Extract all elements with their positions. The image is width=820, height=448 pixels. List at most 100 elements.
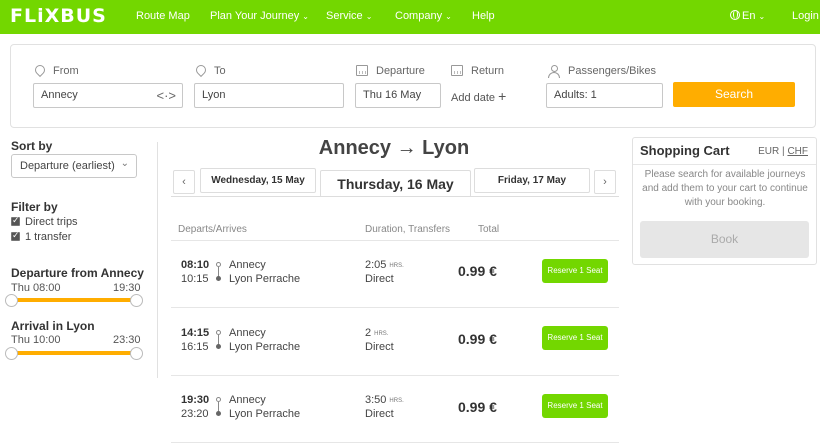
filter-one-transfer[interactable]: 1 transfer bbox=[11, 230, 71, 243]
currency-eur[interactable]: EUR bbox=[758, 146, 779, 157]
language-selector[interactable]: En ⌄ bbox=[730, 10, 765, 22]
duration-value: 2 bbox=[365, 327, 372, 339]
nav-plan-your-journey-label: Plan Your Journey bbox=[210, 10, 300, 22]
departure-date-input[interactable]: Thu 16 May bbox=[355, 83, 441, 108]
nav-route-map[interactable]: Route Map bbox=[136, 10, 190, 22]
currency-chf[interactable]: CHF bbox=[787, 146, 808, 157]
route-line-icon bbox=[216, 330, 221, 350]
trip-price: 0.99 € bbox=[458, 399, 497, 415]
chevron-down-icon: ⌄ bbox=[365, 12, 373, 21]
nav-plan-your-journey[interactable]: Plan Your Journey ⌄ bbox=[210, 10, 309, 22]
trip-price: 0.99 € bbox=[458, 331, 497, 347]
transfers: Direct bbox=[365, 273, 394, 285]
search-button[interactable]: Search bbox=[673, 82, 795, 107]
route-line-icon bbox=[216, 262, 221, 282]
tab-next-day[interactable]: Friday, 17 May bbox=[474, 168, 590, 193]
nav-help[interactable]: Help bbox=[472, 10, 495, 22]
globe-icon bbox=[730, 10, 740, 20]
language-label: En bbox=[742, 10, 756, 22]
filter-heading: Filter by bbox=[11, 200, 58, 214]
arrival-slider-end-handle[interactable] bbox=[130, 347, 143, 360]
reserve-seat-button[interactable]: Reserve 1 Seat bbox=[542, 394, 608, 418]
route-line-icon bbox=[216, 397, 221, 417]
checkbox-checked-icon[interactable] bbox=[11, 230, 20, 241]
chevron-down-icon: ⌄ bbox=[445, 12, 452, 21]
return-label: Return bbox=[471, 65, 505, 77]
flixbus-logo[interactable]: FLiXBUS bbox=[10, 5, 107, 27]
search-panel: From Annecy <·> To Lyon Departure Thu 16… bbox=[10, 44, 816, 128]
checkbox-checked-icon[interactable] bbox=[11, 215, 20, 226]
duration-value: 2:05 bbox=[365, 259, 387, 271]
departure-label: Departure bbox=[376, 65, 425, 77]
transfers: Direct bbox=[365, 341, 394, 353]
sort-select[interactable]: Departure (earliest) ⌄ bbox=[11, 154, 137, 178]
tabs-divider bbox=[171, 196, 619, 197]
filter-direct-trips-label: Direct trips bbox=[25, 216, 78, 228]
nav-company-label: Company bbox=[395, 10, 443, 22]
arrival-range-end: 23:30 bbox=[113, 334, 141, 346]
reserve-seat-button[interactable]: Reserve 1 Seat bbox=[542, 259, 608, 283]
departure-range-start: Thu 08:00 bbox=[11, 282, 61, 294]
arrival-slider-start-handle[interactable] bbox=[5, 347, 18, 360]
return-label-row: Return bbox=[451, 65, 504, 77]
arrival-station: Lyon Perrache bbox=[229, 273, 301, 285]
arrival-time-slider-track[interactable] bbox=[11, 351, 137, 355]
user-icon bbox=[548, 65, 560, 78]
departure-station: Annecy bbox=[229, 259, 266, 271]
add-date-label: Add date bbox=[451, 92, 496, 104]
nav-service[interactable]: Service ⌄ bbox=[326, 10, 372, 22]
chevron-down-icon: ⌄ bbox=[120, 158, 129, 169]
tab-previous-day[interactable]: Wednesday, 15 May bbox=[200, 168, 316, 193]
passengers-input[interactable]: Adults: 1 bbox=[546, 83, 663, 108]
departure-slider-start-handle[interactable] bbox=[5, 294, 18, 307]
departure-range-heading: Departure from Annecy bbox=[11, 266, 144, 280]
chevron-left-icon: ‹ bbox=[182, 176, 186, 188]
cart-divider bbox=[633, 164, 816, 165]
chevron-down-icon: ⌄ bbox=[302, 12, 309, 21]
departure-time: 08:10 bbox=[181, 259, 210, 271]
departure-station: Annecy bbox=[229, 327, 266, 339]
sort-value: Departure (earliest) bbox=[20, 160, 115, 172]
trip-price: 0.99 € bbox=[458, 263, 497, 279]
plus-icon: + bbox=[498, 88, 507, 104]
departure-time: 14:15 bbox=[181, 327, 210, 339]
departure-time-slider-track[interactable] bbox=[11, 298, 137, 302]
swap-direction-icon[interactable]: <·> bbox=[156, 88, 176, 103]
row-separator bbox=[171, 307, 619, 308]
departure-time: 19:30 bbox=[181, 394, 210, 406]
previous-day-arrow[interactable]: ‹ bbox=[173, 170, 195, 194]
chevron-down-icon: ⌄ bbox=[758, 12, 766, 21]
duration-unit: HRS. bbox=[389, 263, 404, 269]
to-input[interactable]: Lyon bbox=[194, 83, 344, 108]
shopping-cart-panel: Shopping Cart EUR | CHF Please search fo… bbox=[632, 137, 817, 265]
filter-direct-trips[interactable]: Direct trips bbox=[11, 215, 78, 228]
row-separator bbox=[171, 240, 619, 241]
departure-date-value: Thu 16 May bbox=[363, 89, 422, 101]
currency-switcher: EUR | CHF bbox=[758, 146, 808, 157]
arrival-station: Lyon Perrache bbox=[229, 408, 301, 420]
book-button[interactable]: Book bbox=[640, 221, 809, 258]
to-value: Lyon bbox=[202, 89, 226, 101]
row-separator bbox=[171, 442, 619, 443]
arrival-time: 10:15 bbox=[181, 273, 209, 285]
row-separator bbox=[171, 375, 619, 376]
calendar-icon bbox=[356, 65, 368, 76]
passengers-value: Adults: 1 bbox=[554, 89, 597, 101]
arrival-range-heading: Arrival in Lyon bbox=[11, 319, 95, 333]
to-label: To bbox=[214, 65, 226, 77]
tab-current-day[interactable]: Thursday, 16 May bbox=[320, 170, 471, 197]
nav-company[interactable]: Company ⌄ bbox=[395, 10, 452, 22]
passengers-label: Passengers/Bikes bbox=[568, 65, 657, 77]
trip-duration: 3:50 HRS. bbox=[365, 394, 404, 406]
from-input[interactable]: Annecy <·> bbox=[33, 83, 183, 108]
departure-label-row: Departure bbox=[356, 65, 425, 77]
cart-empty-message: Please search for available journeys and… bbox=[642, 169, 808, 208]
next-day-arrow[interactable]: › bbox=[594, 170, 616, 194]
chevron-right-icon: › bbox=[603, 176, 607, 188]
login-link[interactable]: Login bbox=[792, 10, 819, 22]
reserve-seat-button[interactable]: Reserve 1 Seat bbox=[542, 326, 608, 350]
departure-slider-end-handle[interactable] bbox=[130, 294, 143, 307]
column-header-duration: Duration, Transfers bbox=[365, 224, 451, 235]
location-pin-icon bbox=[32, 62, 48, 78]
add-return-date-button[interactable]: Add date + bbox=[451, 88, 506, 104]
